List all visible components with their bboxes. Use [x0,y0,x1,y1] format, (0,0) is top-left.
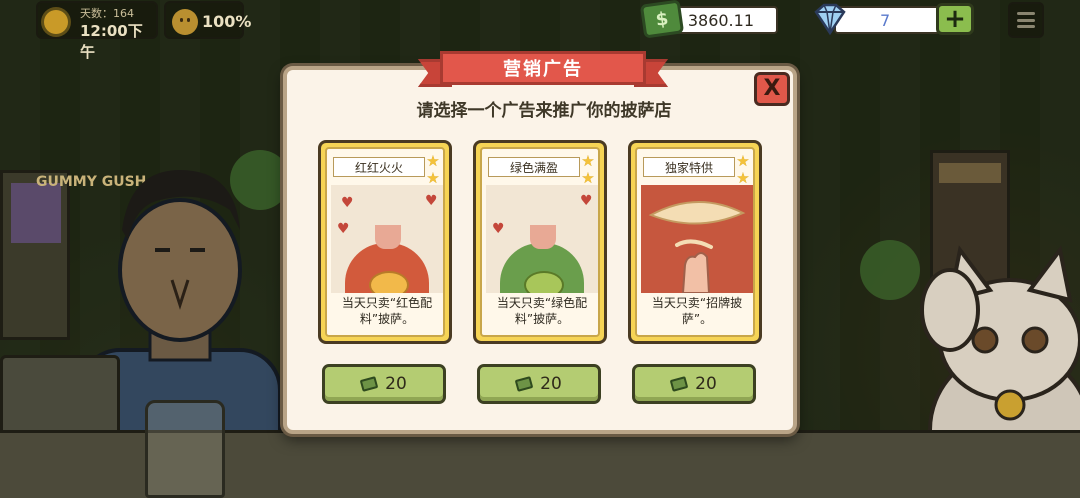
price-label: 20 [540,374,562,394]
star-icon: ★ [426,169,440,187]
money-display: 3860.11 $ [639,0,778,39]
star-icon: ★ [736,152,750,170]
star-icon: ★ [736,169,750,187]
person-neck [530,225,556,249]
star-icon: ★ [581,152,595,170]
star-icon: ★ [426,152,440,170]
tip-jar [145,400,225,498]
ad-card-title: 独家特供 [643,157,735,177]
ad-card-description: 当天只卖“招牌披萨”。 [651,296,743,326]
ad-card-illustration: ♥ ♥ ♥ [331,185,443,293]
cash-icon [359,376,379,392]
menu-bar [1017,18,1035,22]
ad-card-face: 绿色满盈 ★ ★ ★ ★ ♥ ♥ 当天只卖“绿色配料”披萨。 [480,147,600,337]
day-time-panel: 天数：164 12:00下午 [36,1,158,61]
heart-icon: ♥ [580,193,593,209]
ad-card-title: 绿色满盈 [488,157,580,177]
pizza-icon [369,271,409,293]
cash-icon [514,376,534,392]
clock-time: 12:00下午 [80,22,143,61]
money-value: 3860.11 [672,6,778,34]
heart-icon: ♥ [337,221,350,237]
ad-card-illustration [641,185,753,293]
ad-card-signature[interactable]: 独家特供 ★ ★ ★ ★ 当天只卖“招牌披萨”。 [628,140,762,344]
dialog-subtitle: 请选择一个广告来推广你的披萨店 [416,101,672,121]
ad-card-description: 当天只卖“红色配料”披萨。 [341,296,433,326]
heart-icon: ♥ [425,193,438,209]
heart-icon: ♥ [492,221,505,237]
pizza-icon [524,271,564,293]
menu-bar [1017,12,1035,15]
ad-card-description: 当天只卖“绿色配料”披萨。 [496,296,588,326]
ad-card-face: 独家特供 ★ ★ ★ ★ 当天只卖“招牌披萨”。 [635,147,755,337]
heart-icon: ♥ [341,195,354,211]
cash-icon [669,376,689,392]
dialog-title-ribbon: 营销广告 [418,49,668,89]
chef-kiss-hand-illustration [648,201,746,293]
buy-ad-green-button[interactable]: 20 [477,364,601,404]
star-icon: ★ [581,169,595,187]
ad-card-face: 红红火火 ★ ★ ★ ★ ♥ ♥ ♥ 当天只卖“红色配料”披萨。 [325,147,445,337]
sun-icon [44,10,68,34]
hud-left-panel: 天数：164 12:00下午 100% [36,0,251,61]
ad-card-red[interactable]: 红红火火 ★ ★ ★ ★ ♥ ♥ ♥ 当天只卖“红色配料”披萨。 [318,140,452,344]
buy-ad-signature-button[interactable]: 20 [632,364,756,404]
arcade-screen [11,183,61,243]
person-neck [375,225,401,249]
buy-ad-red-button[interactable]: 20 [322,364,446,404]
ad-card-title: 红红火火 [333,157,425,177]
mood-panel: 100% [164,1,251,39]
ad-card-illustration: ♥ ♥ [486,185,598,293]
price-label: 20 [385,374,407,394]
dialog-title: 营销广告 [440,51,646,85]
mood-percent: 100% [202,12,252,31]
cash-icon: $ [639,0,685,39]
arcade-marquee [939,163,1001,183]
menu-bar [1017,25,1035,28]
price-label: 20 [695,374,717,394]
ad-card-green[interactable]: 绿色满盈 ★ ★ ★ ★ ♥ ♥ 当天只卖“绿色配料”披萨。 [473,140,607,344]
add-gems-button[interactable]: + [936,3,974,35]
day-counter: 天数：164 [80,7,134,20]
menu-button[interactable] [1008,2,1044,38]
smiley-icon [172,9,198,35]
diamond-icon [814,3,846,36]
